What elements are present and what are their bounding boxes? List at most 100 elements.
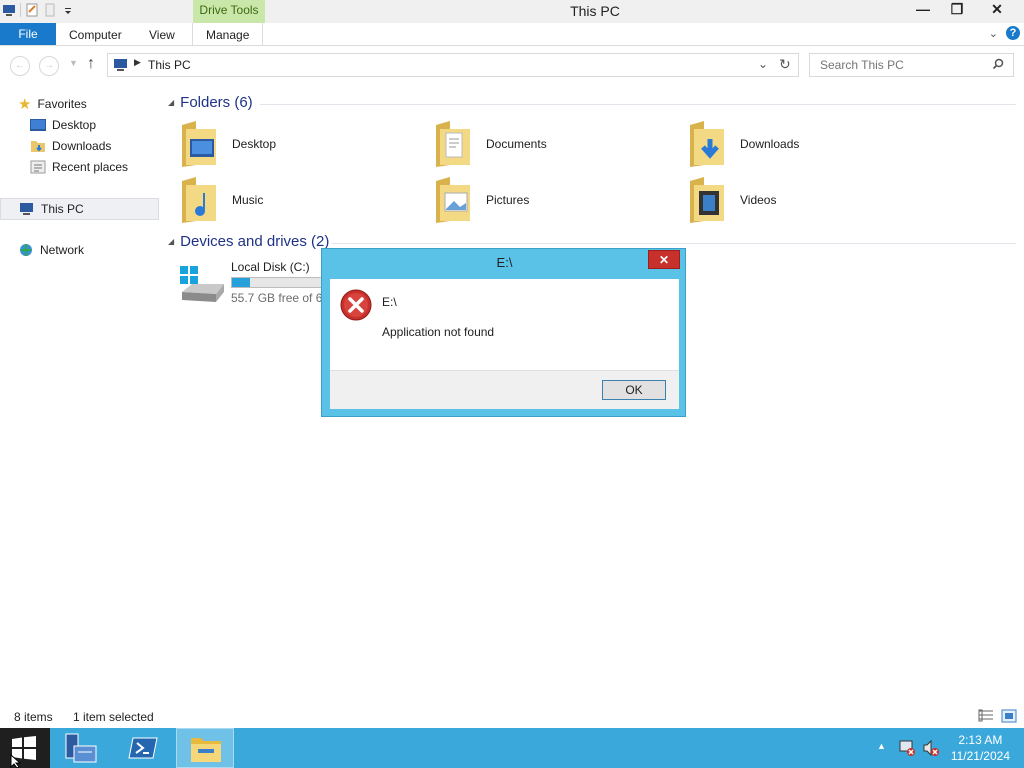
folder-videos[interactable]: Videos (684, 173, 934, 227)
dialog-title: E:\ (496, 255, 513, 270)
network-icon (20, 244, 32, 256)
tab-computer[interactable]: Computer (69, 23, 122, 45)
videos-folder-icon (690, 177, 724, 223)
back-button[interactable]: ← (10, 56, 30, 76)
help-icon[interactable]: ? (1006, 26, 1020, 40)
taskbar: ▲ 2:13 AM 11/21/2024 (0, 728, 1024, 768)
minimize-button[interactable]: — (906, 0, 940, 20)
forward-button[interactable]: → (39, 56, 59, 76)
sidebar-item-label: Desktop (52, 118, 97, 132)
pictures-folder-icon (436, 177, 470, 223)
powershell-icon (128, 737, 158, 759)
error-icon (340, 289, 372, 321)
folders-group-header[interactable]: ◢ Folders (6) (168, 94, 253, 111)
sidebar-item-network[interactable]: Network (18, 240, 84, 260)
folder-desktop[interactable]: Desktop (176, 117, 426, 171)
ribbon-controls: ⌄ ? (989, 26, 1020, 40)
local-disk-icon (180, 266, 224, 302)
this-pc-icon (114, 59, 127, 71)
expand-ribbon-icon[interactable]: ⌄ (989, 27, 998, 40)
folder-music[interactable]: Music (176, 173, 426, 227)
search-input[interactable] (818, 57, 987, 73)
tab-view[interactable]: View (149, 23, 175, 45)
drive-name: Local Disk (C:) (231, 260, 310, 274)
dialog-close-button[interactable]: ✕ (648, 250, 680, 269)
drive-usage-fill (232, 278, 250, 287)
downloads-folder-icon (31, 141, 45, 152)
drives-group-header[interactable]: ◢ Devices and drives (2) (168, 233, 329, 250)
server-manager-icon (65, 733, 97, 763)
collapse-icon[interactable]: ◢ (168, 98, 174, 107)
drive-usage-bar (231, 277, 326, 288)
sidebar-item-this-pc[interactable]: This PC (0, 198, 159, 220)
desktop-icon (30, 119, 46, 131)
sidebar-item-label: Recent places (52, 160, 129, 174)
tray-clock[interactable]: 2:13 AM 11/21/2024 (951, 732, 1010, 764)
dialog-body: E:\ Application not found OK (330, 279, 679, 409)
folder-pictures[interactable]: Pictures (430, 173, 680, 227)
file-explorer-icon (191, 738, 221, 762)
drive-free-space: 55.7 GB free of 69 (231, 291, 326, 305)
star-icon: ★ (18, 96, 32, 113)
restore-button[interactable]: ❐ (940, 0, 974, 20)
search-box[interactable] (809, 53, 1014, 77)
refresh-icon[interactable]: ↻ (779, 56, 791, 73)
clock-date: 11/21/2024 (950, 749, 1010, 763)
folder-downloads[interactable]: Downloads (684, 117, 934, 171)
search-icon[interactable] (992, 58, 1005, 71)
start-button[interactable] (0, 728, 50, 768)
large-icons-view-icon[interactable] (1001, 709, 1017, 723)
status-bar: 8 items 1 item selected (0, 707, 1024, 727)
recent-locations-icon[interactable]: ▼ (69, 58, 78, 68)
close-button[interactable]: ✕ (974, 0, 1020, 20)
address-path: This PC (148, 58, 191, 72)
sidebar-item-downloads[interactable]: Downloads (30, 136, 128, 156)
details-view-icon[interactable] (978, 709, 994, 723)
mouse-cursor-icon (10, 754, 22, 768)
address-bar[interactable]: ▶ This PC ⌄ ↻ (107, 53, 799, 77)
dialog-footer: OK (330, 370, 679, 409)
sidebar-item-label: Downloads (52, 139, 112, 153)
group-divider (260, 104, 1016, 105)
folder-documents[interactable]: Documents (430, 117, 680, 171)
this-pc-icon (20, 203, 33, 215)
show-hidden-icons-icon[interactable]: ▲ (877, 741, 886, 751)
taskbar-file-explorer[interactable] (176, 728, 234, 768)
volume-muted-icon[interactable] (922, 739, 940, 757)
sidebar-item-favorites[interactable]: ★ Favorites (18, 94, 128, 114)
tab-file[interactable]: File (0, 23, 56, 45)
chevron-right-icon[interactable]: ▶ (134, 57, 141, 68)
sidebar-item-recent-places[interactable]: Recent places (30, 157, 128, 177)
up-arrow-icon[interactable]: ↑ (87, 55, 95, 73)
drive-local-disk-c[interactable]: Local Disk (C:) 55.7 GB free of 69 (178, 260, 326, 308)
window-title: This PC (570, 3, 620, 19)
sidebar-item-desktop[interactable]: Desktop (30, 115, 128, 135)
desktop-folder-icon (182, 121, 216, 167)
folders-grid: Desktop Documents Downloads Music Pictur… (176, 117, 956, 227)
drives-group-title: Devices and drives (2) (180, 233, 330, 250)
tab-manage[interactable]: Manage (192, 23, 264, 45)
dialog-heading: E:\ (382, 295, 397, 309)
error-dialog: E:\ ✕ E:\ Application not found OK (321, 248, 686, 417)
sidebar-item-label: Favorites (37, 97, 87, 111)
clock-time: 2:13 AM (958, 733, 1003, 747)
group-divider (332, 243, 1016, 244)
window-controls: — ❐ ✕ (906, 0, 1020, 20)
item-count: 8 items (14, 710, 53, 724)
downloads-folder-icon (690, 121, 724, 167)
sidebar-item-label: This PC (41, 202, 84, 216)
network-status-icon[interactable] (898, 739, 916, 757)
music-folder-icon (182, 177, 216, 223)
dialog-message: Application not found (382, 325, 495, 339)
collapse-icon[interactable]: ◢ (168, 237, 174, 246)
sidebar-item-label: Network (40, 243, 85, 257)
address-dropdown-icon[interactable]: ⌄ (758, 57, 768, 71)
recent-places-icon (30, 160, 46, 174)
folders-group-title: Folders (6) (180, 94, 253, 111)
ok-button[interactable]: OK (602, 380, 666, 400)
selection-count: 1 item selected (73, 710, 154, 724)
taskbar-server-manager[interactable] (52, 728, 110, 768)
documents-folder-icon (436, 121, 470, 167)
taskbar-powershell[interactable] (114, 728, 172, 768)
sidebar: ★ Favorites Desktop Downloads Recent pla… (18, 94, 128, 177)
